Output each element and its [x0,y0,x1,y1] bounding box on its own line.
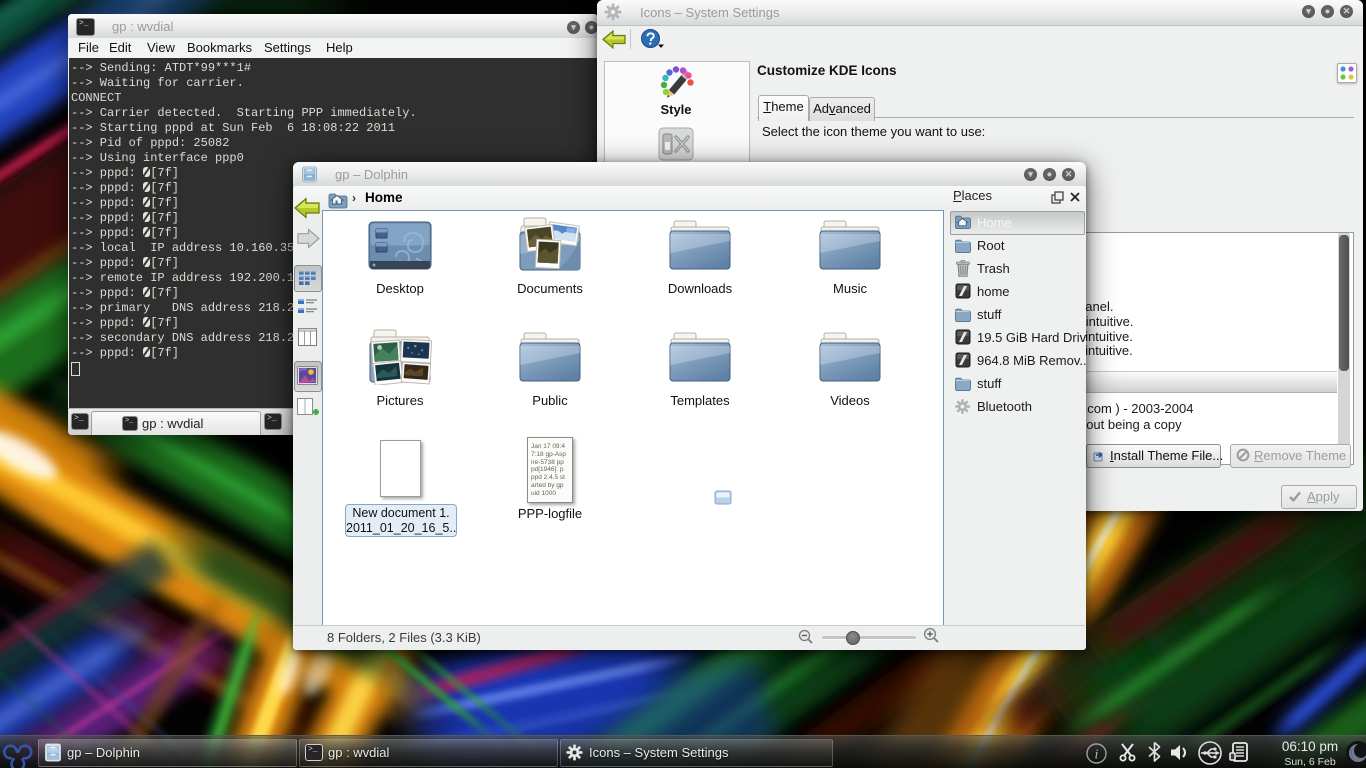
svg-text:i: i [1095,748,1099,763]
